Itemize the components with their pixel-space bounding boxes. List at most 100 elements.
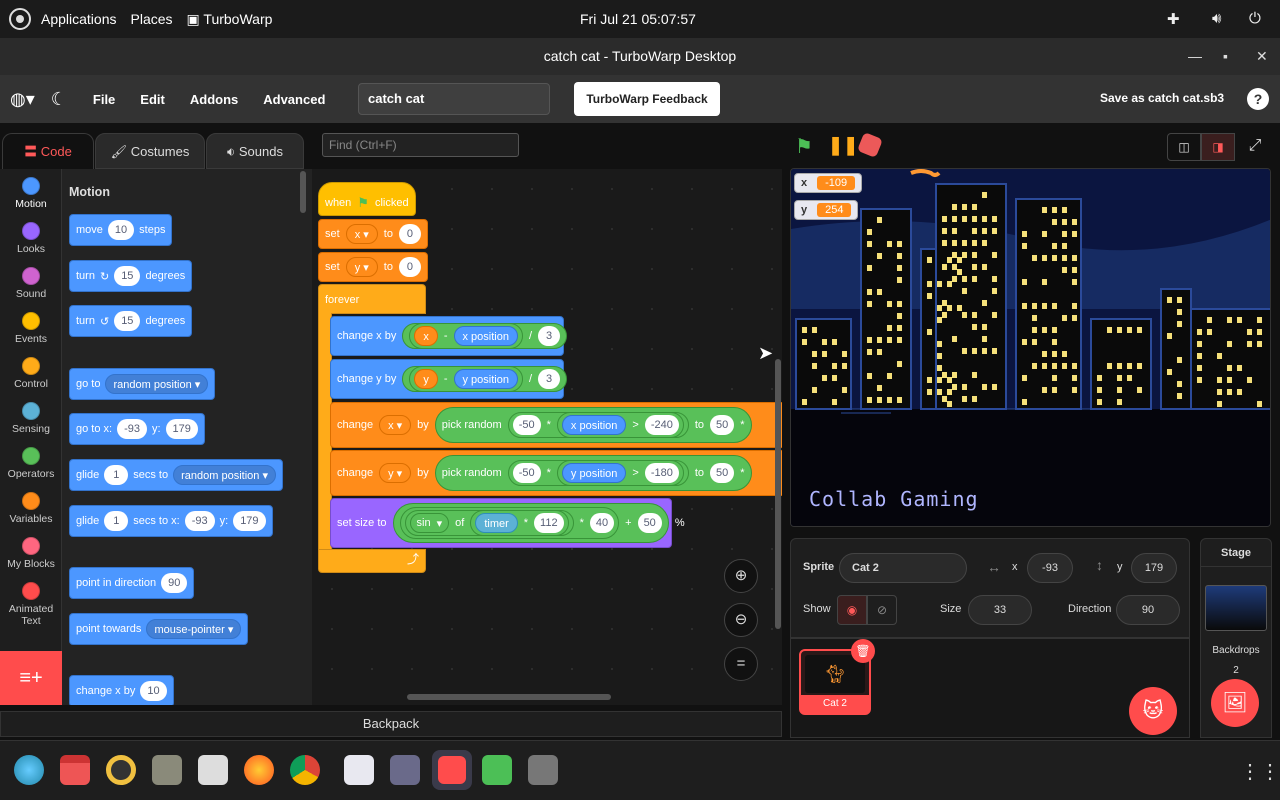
block-change-x[interactable]: change x by 10 [69, 675, 174, 705]
block-dropdown[interactable]: random position ▾ [105, 374, 209, 394]
block-glide[interactable]: glide 1 secs to random position ▾ [69, 459, 283, 491]
block-input[interactable]: 50 [637, 513, 662, 533]
operator-math-sin[interactable]: sin ▾ of timer * 112 [404, 510, 574, 536]
block-dropdown[interactable]: random position ▾ [173, 465, 276, 485]
maximize-button[interactable]: ▪ [1223, 38, 1228, 75]
block-turn-right[interactable]: turn ↻ 15 degrees [69, 260, 193, 292]
block-input[interactable]: 1 [104, 511, 129, 531]
hide-eye-icon[interactable]: ⊘ [867, 595, 897, 625]
category-events[interactable]: Events [0, 312, 62, 345]
operator-multiply[interactable]: sin ▾ of timer * 112 * 40 [399, 507, 620, 539]
variable-dropdown[interactable]: y ▾ [345, 257, 378, 277]
category-variables[interactable]: Variables [0, 492, 62, 525]
operator-greater-than[interactable]: x position > -240 [556, 412, 684, 438]
fullscreen-icon[interactable]: ⤢ [1239, 133, 1271, 161]
add-sprite-button[interactable]: 🐱︎ [1129, 687, 1177, 735]
large-stage-icon[interactable]: ◨ [1201, 133, 1235, 161]
block-point-direction[interactable]: point in direction 90 [69, 567, 195, 599]
block-input[interactable]: -93 [117, 419, 147, 439]
variable-dropdown[interactable]: x ▾ [345, 224, 378, 244]
stage-canvas[interactable]: x -109 y 254 Collab Gaming [790, 168, 1271, 527]
operator-divide[interactable]: x-x position / 3 [402, 323, 568, 349]
extensions-icon[interactable]: ✚ [1167, 10, 1180, 28]
turbowarp-menu[interactable]: ▣ TurboWarp [187, 11, 273, 28]
y-input[interactable]: 179 [1131, 553, 1177, 583]
turbowarp-active-icon[interactable] [432, 750, 472, 790]
operator-multiply[interactable]: -50 * x position > -240 [507, 412, 689, 438]
scratch-cat-icon[interactable] [390, 755, 420, 785]
category-animated-text[interactable]: Animated Text [0, 582, 62, 627]
file-manager-icon[interactable] [152, 755, 182, 785]
block-move[interactable]: move 10 steps [69, 214, 173, 246]
music-player-icon[interactable] [106, 755, 136, 785]
trash-icon[interactable] [528, 755, 558, 785]
add-backdrop-button[interactable]: 🖼︎ [1211, 679, 1259, 727]
block-input[interactable]: 179 [165, 419, 198, 439]
workspace-h-scrollbar[interactable] [407, 694, 611, 700]
workspace-v-scrollbar[interactable] [775, 359, 781, 629]
block-input[interactable]: 50 [710, 415, 735, 435]
tab-sounds[interactable]: 🔉︎ Sounds [206, 133, 304, 169]
category-motion[interactable]: Motion [0, 177, 62, 210]
palette-scrollbar[interactable] [300, 171, 306, 213]
block-set-x[interactable]: set x ▾ to 0 [318, 219, 428, 249]
block-input[interactable]: 3 [538, 369, 561, 389]
show-eye-icon[interactable]: ◉ [837, 595, 867, 625]
calendar-icon[interactable] [60, 755, 90, 785]
variable-dropdown[interactable]: x ▾ [379, 415, 412, 435]
block-point-towards[interactable]: point towards mouse-pointer ▾ [69, 613, 249, 645]
small-stage-icon[interactable]: ◫ [1167, 133, 1201, 161]
timer-reporter[interactable]: timer [475, 513, 518, 533]
help-icon[interactable]: ? [1247, 88, 1269, 110]
block-input[interactable]: -180 [644, 463, 679, 483]
block-change-x-by[interactable]: change x by x-x position / 3 [330, 316, 568, 356]
block-input[interactable]: 0 [398, 257, 421, 277]
monitor-y[interactable]: y 254 [794, 200, 859, 220]
pause-icon[interactable]: ❚❚ [828, 135, 858, 156]
sprite-tile[interactable]: 🐈︎ Cat 2 🗑︎ [799, 639, 875, 715]
find-input[interactable]: Find (Ctrl+F) [322, 133, 519, 157]
tab-costumes[interactable]: 🖌︎ Costumes [95, 133, 205, 169]
operator-multiply-inner[interactable]: timer * 112 [470, 510, 569, 536]
block-change-x-random[interactable]: change x ▾ by pick random -50 * x position >… [330, 402, 782, 448]
operator-pick-random[interactable]: pick random -50 * y position > -180 to 50 * [434, 455, 752, 491]
stage-selector[interactable]: Stage Backdrops 2 🖼︎ [1200, 538, 1272, 738]
block-input[interactable]: 1 [104, 465, 129, 485]
operator-add[interactable]: sin ▾ of timer * 112 * 40 +50 [392, 503, 669, 543]
stop-icon[interactable] [856, 131, 884, 159]
software-store-icon[interactable] [198, 755, 228, 785]
monitor-x[interactable]: x -109 [794, 173, 863, 193]
block-input[interactable]: 40 [589, 513, 615, 533]
block-input[interactable]: 10 [107, 220, 135, 240]
x-position-reporter[interactable]: x position [561, 415, 627, 435]
advanced-menu[interactable]: Advanced [263, 92, 325, 107]
block-change-y-by[interactable]: change y by y-y position / 3 [330, 359, 568, 399]
app-grid-icon[interactable]: ⋮⋮⋮ [1240, 759, 1280, 784]
add-extension-button[interactable]: ≡+ [0, 651, 62, 705]
block-input[interactable]: 15 [114, 266, 141, 286]
operator-divide[interactable]: y-y position / 3 [402, 366, 568, 392]
category-looks[interactable]: Looks [0, 222, 62, 255]
block-input[interactable]: 90 [161, 573, 188, 593]
block-input[interactable]: 15 [114, 311, 141, 331]
category-sensing[interactable]: Sensing [0, 402, 62, 435]
edit-menu[interactable]: Edit [140, 92, 165, 107]
minimize-button[interactable]: — [1188, 38, 1202, 75]
block-forever[interactable]: forever [318, 284, 426, 314]
addons-menu[interactable]: Addons [190, 92, 238, 107]
variable-dropdown[interactable]: y ▾ [379, 463, 412, 483]
places-menu[interactable]: Places [131, 11, 173, 27]
green-flag-icon[interactable]: ⚑ [795, 134, 813, 159]
feedback-button[interactable]: TurboWarp Feedback [574, 82, 720, 116]
settings-icon[interactable] [344, 755, 374, 785]
operator-greater-than[interactable]: y position > -180 [556, 460, 684, 486]
language-globe-icon[interactable]: ◍▾ [10, 89, 35, 110]
volume-icon[interactable]: 🔊︎ [1212, 10, 1221, 27]
block-input[interactable]: 10 [140, 681, 167, 701]
block-input[interactable]: -50 [512, 415, 541, 435]
category-operators[interactable]: Operators [0, 447, 62, 480]
operator-subtract[interactable]: x-x position [409, 323, 523, 349]
script-workspace[interactable]: when ⚑ clicked set x ▾ to 0 set y ▾ to 0 forever… [312, 169, 782, 705]
block-change-y-random[interactable]: change y ▾ by pick random -50 * y position >… [330, 450, 782, 496]
block-glide-xy[interactable]: glide 1 secs to x: -93 y: 179 [69, 505, 273, 537]
